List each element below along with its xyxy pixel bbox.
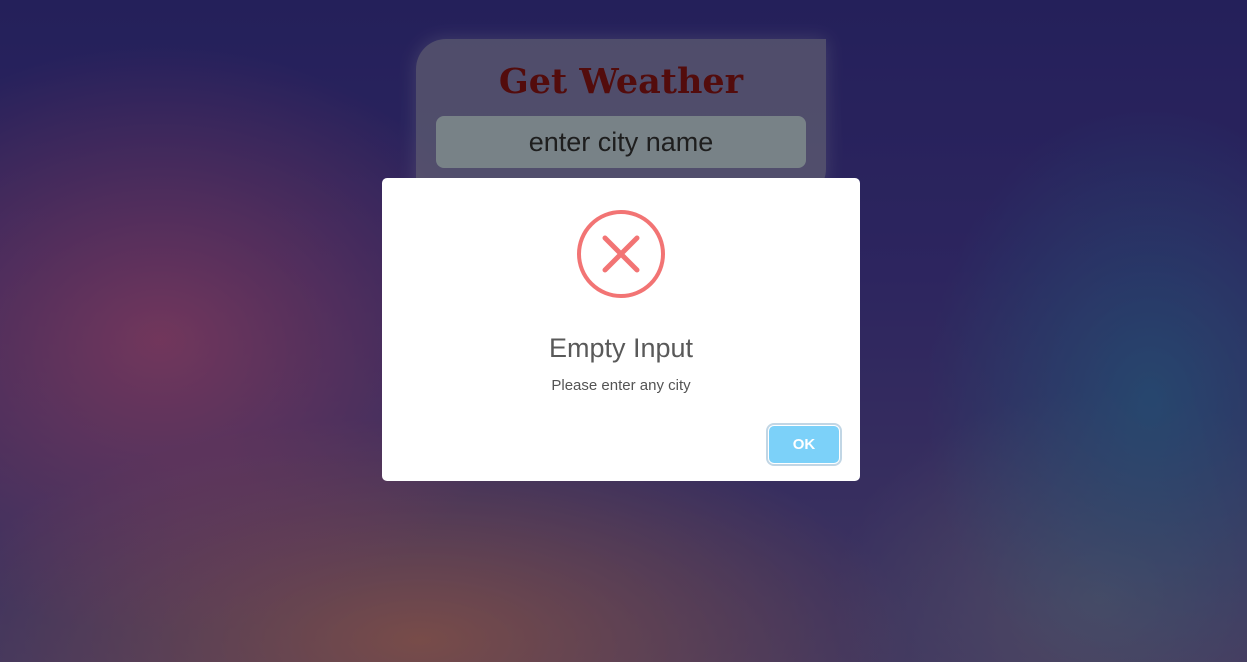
dialog-message: Please enter any city xyxy=(551,377,691,394)
error-x-icon xyxy=(577,210,665,298)
dialog-title: Empty Input xyxy=(548,333,694,363)
ok-button[interactable]: OK xyxy=(769,426,839,463)
alert-dialog: Empty Input Please enter any city OK xyxy=(382,178,860,481)
